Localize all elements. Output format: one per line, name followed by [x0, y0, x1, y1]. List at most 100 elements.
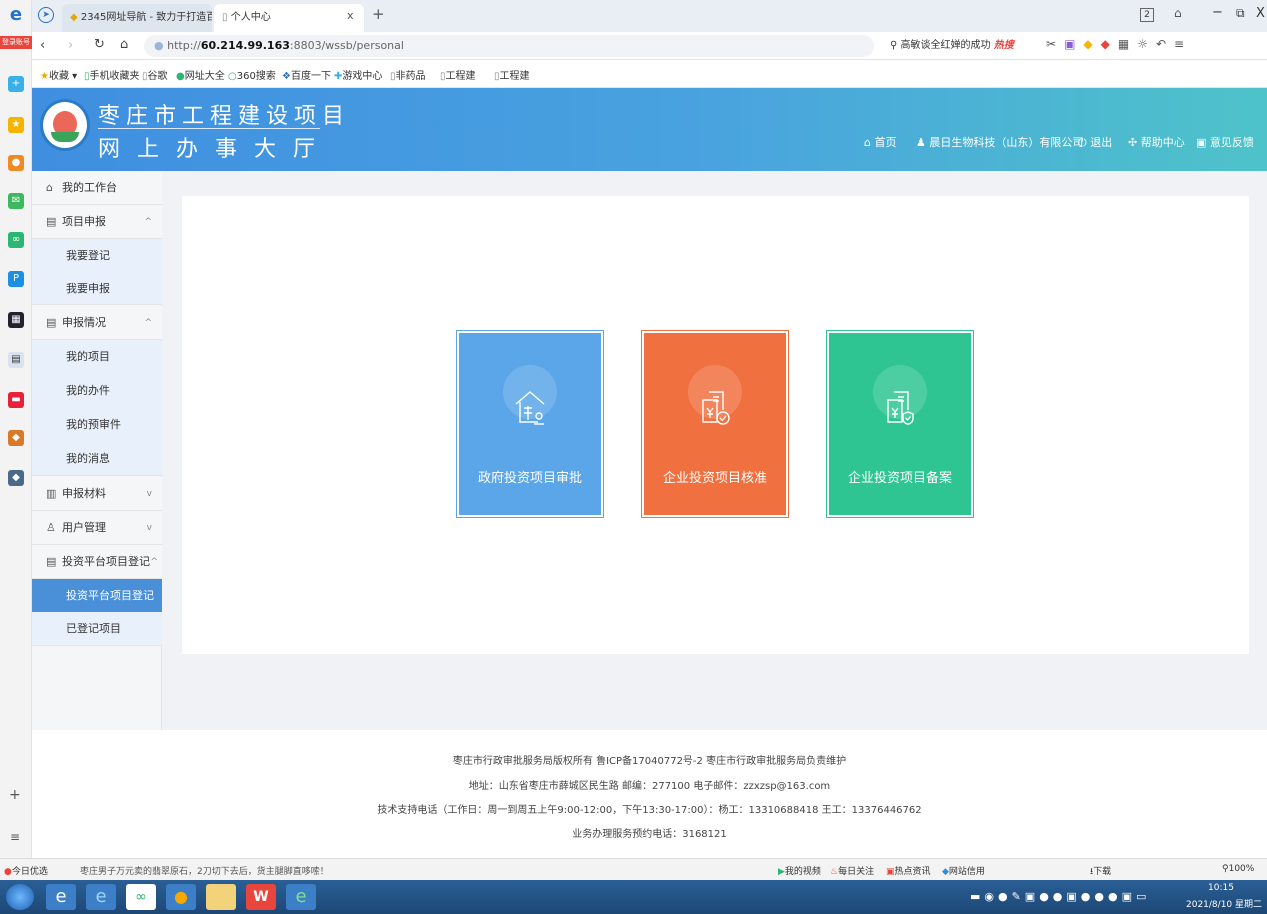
clock-time[interactable]: 10:15 [1208, 883, 1234, 893]
360-icon: ○ [228, 71, 237, 82]
login-badge[interactable]: 登录账号 [0, 36, 32, 49]
ie-icon[interactable]: e [46, 884, 76, 910]
nav-feedback[interactable]: ▣ 意见反馈 [1196, 134, 1254, 150]
status-item[interactable]: ⭳下载 [1090, 864, 1111, 880]
url-path: :8803/wssb/personal [289, 39, 404, 52]
sidebar-item-my-messages[interactable]: 我的消息 [32, 442, 162, 476]
shop-app-icon[interactable]: ▬ [8, 392, 24, 408]
clipboard-icon: ▥ [46, 487, 57, 500]
tray-icons[interactable]: ▬◉●✎▣●●▣●●●▣▭ [970, 890, 1150, 903]
game-app-icon[interactable]: ◆ [8, 430, 24, 446]
doc-icon: ▤ [46, 215, 57, 228]
tab-personal[interactable]: ▯ 个人中心 [214, 4, 364, 32]
site-title-line2: 网 上 办 事 大 厅 [98, 137, 320, 162]
link-icon[interactable]: ∞ [126, 884, 156, 910]
sidebar-item-invest-register[interactable]: 投资平台项目登记 [32, 579, 162, 612]
sidebar-item-my-cases[interactable]: 我的办件 [32, 374, 162, 408]
home-browser-icon[interactable]: ⌂ [120, 37, 128, 52]
weibo-icon[interactable]: ● [8, 155, 24, 171]
reload-icon[interactable]: ↻ [94, 37, 105, 52]
search-text: 高敏谈全红婵的成功 [900, 40, 991, 51]
browser2-icon[interactable]: e [86, 884, 116, 910]
plus-app-icon[interactable]: + [8, 76, 24, 92]
new-tab-button[interactable]: + [372, 5, 385, 23]
sidebar-item-apply[interactable]: 我要申报 [32, 272, 162, 305]
tab-label: 2345网址导航 - 致力于打造百年 [80, 12, 212, 23]
close-window-icon[interactable]: X [1256, 6, 1265, 21]
news-app-icon[interactable]: ▦ [8, 312, 24, 328]
nav-help[interactable]: ✣ 帮助中心 [1128, 134, 1185, 150]
tile-gov-investment[interactable]: 政府投资项目审批 [456, 330, 604, 518]
forward-icon[interactable]: › [68, 38, 73, 53]
mail-icon[interactable]: ✉ [8, 193, 24, 209]
bookmark-item[interactable]: ▯工程建 [494, 67, 530, 82]
news-ticker[interactable]: 枣庄男子万元卖的翡翠原石，2刀切下去后，货主腿脚直哆嗦！ [80, 864, 329, 877]
sidebar-item-registered[interactable]: 已登记项目 [32, 612, 162, 646]
tile-enterprise-filing[interactable]: 企业投资项目备案 [826, 330, 974, 518]
sidebar-item-my-pre-review[interactable]: 我的预审件 [32, 408, 162, 442]
folder-icon[interactable] [206, 884, 236, 910]
p-app-icon[interactable]: P [8, 271, 24, 287]
nav-company[interactable]: ♟ 晨日生物科技（山东）有限公司 [916, 134, 1083, 150]
minimize-icon[interactable]: − [1212, 5, 1223, 20]
back-icon[interactable]: ‹ [40, 38, 45, 53]
bookmark-item[interactable]: ✚游戏中心 [334, 67, 382, 82]
add-app-icon[interactable]: + [9, 787, 21, 803]
tab-2345[interactable]: ◆ 2345网址导航 - 致力于打造百年 [62, 4, 212, 32]
game2-app-icon[interactable]: ◆ [8, 470, 24, 486]
status-item[interactable]: ◆网站信用 [942, 864, 985, 877]
clock-date[interactable]: 2021/8/10 星期二 [1186, 897, 1262, 910]
nav-logout[interactable]: ⏻ 退出 [1078, 134, 1112, 150]
menu-icon[interactable]: ≡ [10, 830, 20, 844]
bookmark-item[interactable]: ▯手机收藏夹 [84, 67, 140, 82]
today-pick[interactable]: ●今日优选 [4, 864, 48, 877]
url-field[interactable]: ● http://60.214.99.163:8803/wssb/persona… [144, 35, 874, 57]
sidebar-item-register[interactable]: 我要登记 [32, 239, 162, 272]
bookmark-item[interactable]: ▯非药品 [390, 67, 426, 82]
globe-icon: ● [176, 71, 185, 82]
tile-label: 企业投资项目备案 [847, 471, 952, 486]
status-item[interactable]: ♨每日关注 [830, 864, 874, 877]
sidebar-item-materials[interactable]: ▥ 申报材料 v [32, 477, 162, 511]
tile-enterprise-approval[interactable]: 企业投资项目核准 [641, 330, 789, 518]
restore-icon[interactable]: ⧉ [1236, 6, 1245, 21]
nav-home[interactable]: ⌂ 首页 [864, 134, 896, 150]
browser3-icon[interactable]: e [286, 884, 316, 910]
status-item[interactable]: ▣热点资讯 [886, 864, 931, 877]
orange-app-icon[interactable]: ● [166, 884, 196, 910]
tab-close-icon[interactable]: x [347, 9, 354, 22]
emblem-logo[interactable] [40, 99, 90, 151]
bookmark-item[interactable]: ○360搜索 [228, 67, 276, 82]
baidu-icon: ❖ [282, 71, 291, 82]
status-item[interactable]: ▶我的视频 [778, 864, 821, 877]
home-icon: ⌂ [46, 181, 53, 194]
list-icon: ▤ [46, 316, 57, 329]
browser-logo-icon[interactable]: e [6, 4, 26, 26]
toolbar-icons[interactable]: ✂▣◆◆▦☼↶≡ [1046, 37, 1192, 51]
bookmark-item[interactable]: ●网址大全 [176, 67, 225, 82]
sidebar-item-declare-status[interactable]: ▤ 申报情况 ^ [32, 306, 162, 340]
site-footer: 枣庄市行政审批服务局版权所有 鲁ICP备17040772号-2 枣庄市行政审批服… [32, 730, 1267, 856]
wps-icon[interactable]: W [246, 884, 276, 910]
bookmark-item[interactable]: ❖百度一下 [282, 67, 331, 82]
sidebar-item-user-mgmt[interactable]: ♙ 用户管理 v [32, 511, 162, 545]
start-button-icon[interactable] [6, 884, 34, 910]
bookmark-item[interactable]: ★收藏 ▾ [40, 67, 77, 82]
bookmark-item[interactable]: ▯谷歌 [142, 67, 168, 82]
star-app-icon[interactable]: ★ [8, 117, 24, 133]
skin-icon[interactable]: ⌂ [1174, 6, 1182, 20]
sidebar-item-project-declare[interactable]: ▤ 项目申报 ^ [32, 205, 162, 239]
page-icon: ▯ [222, 12, 228, 23]
bookmark-item[interactable]: ▯工程建 [440, 67, 476, 82]
tile-label: 企业投资项目核准 [662, 471, 767, 486]
sidebar-item-my-projects[interactable]: 我的项目 [32, 340, 162, 374]
sidebar-item-workbench[interactable]: ⌂ 我的工作台 [32, 171, 162, 205]
doc-app-icon[interactable]: ▤ [8, 352, 24, 368]
sidebar-item-invest-platform[interactable]: ▤ 投资平台项目登记 ^ [32, 545, 162, 579]
browser-nav-icon[interactable]: ➤ [38, 7, 54, 23]
building-icon [515, 391, 545, 425]
link-app-icon[interactable]: ∞ [8, 232, 24, 248]
search-box[interactable]: ⚲ 高敏谈全红婵的成功 热搜 [890, 35, 1040, 57]
zoom-level[interactable]: ⚲100% [1222, 864, 1254, 874]
tab-count-badge[interactable]: 2 [1140, 8, 1154, 22]
